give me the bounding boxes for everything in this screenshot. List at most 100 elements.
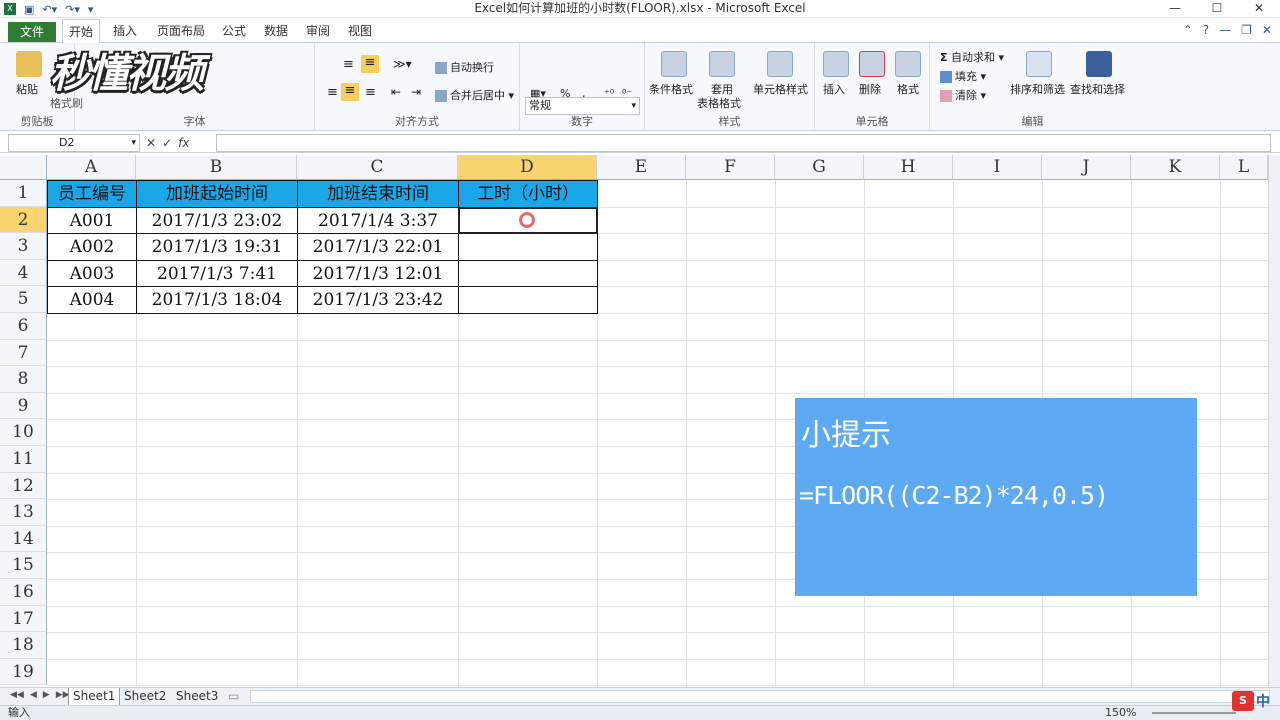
tab-formulas[interactable]: 公式 — [216, 19, 252, 43]
table-cell[interactable] — [458, 233, 598, 261]
maximize-icon[interactable]: ☐ — [1196, 0, 1238, 16]
align-middle-icon[interactable]: ≡ — [361, 55, 379, 73]
insert-cells-button[interactable]: 插入 — [823, 81, 845, 97]
column-header-c[interactable]: C — [297, 155, 458, 180]
table-cell[interactable]: A004 — [47, 286, 137, 314]
align-center-icon[interactable]: ≡ — [341, 83, 359, 101]
column-header-j[interactable]: J — [1042, 155, 1131, 180]
table-cell[interactable]: 2017/1/3 12:01 — [297, 259, 459, 288]
table-cell[interactable]: 2017/1/3 18:04 — [136, 286, 298, 314]
column-header-f[interactable]: F — [686, 155, 775, 180]
table-cell[interactable]: 2017/1/4 3:37 — [297, 206, 459, 235]
formula-input[interactable] — [216, 134, 1271, 152]
tab-data[interactable]: 数据 — [258, 19, 294, 43]
table-header-cell[interactable]: 员工编号 — [47, 180, 137, 208]
paste-icon[interactable] — [16, 51, 42, 77]
table-cell[interactable]: A002 — [47, 233, 137, 261]
fill-button[interactable]: 填充 ▾ — [940, 68, 986, 84]
row-header-6[interactable]: 6 — [0, 313, 47, 340]
cell-styles-icon[interactable] — [767, 51, 793, 77]
table-cell[interactable]: 2017/1/3 19:31 — [136, 233, 298, 261]
column-header-a[interactable]: A — [47, 155, 136, 180]
column-header-h[interactable]: H — [864, 155, 953, 180]
row-header-15[interactable]: 15 — [0, 552, 47, 579]
close-icon[interactable]: ✕ — [1238, 0, 1280, 16]
format-as-table-button-line2[interactable]: 表格格式 — [697, 95, 741, 111]
row-header-18[interactable]: 18 — [0, 632, 47, 659]
tab-home[interactable]: 开始 — [62, 19, 100, 44]
row-header-19[interactable]: 19 — [0, 658, 47, 686]
row-header-13[interactable]: 13 — [0, 499, 47, 526]
zoom-slider[interactable] — [1152, 712, 1236, 714]
sheet-tab-1[interactable]: Sheet1 — [68, 688, 121, 705]
window-restore-small-icon[interactable]: ❐ — [1241, 23, 1252, 37]
column-header-k[interactable]: K — [1131, 155, 1220, 180]
sheet-tab-2[interactable]: Sheet2 — [120, 688, 170, 705]
wrap-text-button[interactable]: 自动换行 — [435, 59, 494, 75]
row-header-10[interactable]: 10 — [0, 419, 47, 446]
format-cells-button[interactable]: 格式 — [897, 81, 919, 97]
table-cell[interactable]: A001 — [47, 206, 137, 235]
sort-filter-button[interactable]: 排序和筛选 — [1010, 81, 1065, 97]
horizontal-scrollbar[interactable] — [250, 690, 1270, 703]
sort-filter-icon[interactable] — [1026, 51, 1052, 77]
window-close-small-icon[interactable]: ✕ — [1262, 23, 1272, 37]
prev-sheet-icon[interactable]: ◀ — [30, 690, 37, 700]
row-header-7[interactable]: 7 — [0, 339, 47, 367]
row-header-12[interactable]: 12 — [0, 472, 47, 500]
table-cell[interactable]: 2017/1/3 7:41 — [136, 259, 298, 288]
row-header-1[interactable]: 1 — [0, 180, 47, 207]
insert-function-icon[interactable]: fx — [178, 136, 189, 150]
align-right-icon[interactable]: ≡ — [365, 85, 376, 100]
align-top-icon[interactable]: ≡ — [343, 57, 354, 72]
column-header-l[interactable]: L — [1220, 155, 1268, 180]
table-header-cell[interactable]: 加班结束时间 — [297, 180, 459, 208]
row-header-14[interactable]: 14 — [0, 525, 47, 553]
column-header-b[interactable]: B — [136, 155, 297, 180]
table-cell[interactable] — [458, 286, 598, 314]
binoculars-icon[interactable] — [1086, 51, 1112, 77]
tab-insert[interactable]: 插入 — [106, 19, 144, 43]
delete-cells-button[interactable]: 删除 — [859, 81, 881, 97]
align-left-icon[interactable]: ≡ — [327, 85, 338, 100]
column-header-g[interactable]: G — [775, 155, 864, 180]
sheet-tab-3[interactable]: Sheet3 — [172, 688, 222, 705]
minimize-icon[interactable]: — — [1154, 0, 1196, 16]
window-minimize-small-icon[interactable]: — — [1219, 23, 1231, 37]
row-header-8[interactable]: 8 — [0, 366, 47, 393]
table-cell[interactable] — [458, 259, 598, 288]
number-format-dropdown[interactable]: 常规 ▾ — [525, 97, 640, 115]
conditional-format-button[interactable]: 条件格式 — [649, 81, 693, 97]
insert-cells-icon[interactable] — [823, 51, 849, 77]
row-header-9[interactable]: 9 — [0, 392, 47, 420]
row-header-3[interactable]: 3 — [0, 233, 47, 260]
table-cell[interactable]: 2017/1/3 23:42 — [297, 286, 459, 314]
column-header-d[interactable]: D — [458, 155, 597, 180]
name-box-chevron-icon[interactable]: ▾ — [131, 135, 136, 151]
zoom-level[interactable]: 150% — [1105, 706, 1136, 720]
enter-icon[interactable]: ✓ — [162, 136, 172, 150]
select-all-corner[interactable] — [0, 155, 47, 180]
table-cell[interactable]: A003 — [47, 259, 137, 288]
table-header-cell[interactable]: 工时（小时） — [458, 180, 598, 208]
column-header-e[interactable]: E — [597, 155, 686, 180]
delete-cells-icon[interactable] — [859, 51, 885, 77]
column-header-i[interactable]: I — [953, 155, 1042, 180]
format-cells-icon[interactable] — [895, 51, 921, 77]
vertical-scrollbar[interactable] — [1268, 155, 1280, 687]
next-sheet-icon[interactable]: ▶ — [43, 690, 50, 700]
row-header-4[interactable]: 4 — [0, 259, 47, 287]
row-header-5[interactable]: 5 — [0, 286, 47, 313]
row-header-17[interactable]: 17 — [0, 605, 47, 633]
tab-page-layout[interactable]: 页面布局 — [150, 19, 212, 43]
increase-indent-icon[interactable]: ⇥ — [411, 85, 421, 99]
row-header-16[interactable]: 16 — [0, 579, 47, 606]
cell-styles-button[interactable]: 单元格样式 — [753, 81, 808, 97]
row-header-11[interactable]: 11 — [0, 446, 47, 473]
clear-button[interactable]: 清除 ▾ — [940, 87, 986, 103]
paste-button[interactable]: 粘贴 — [16, 81, 38, 97]
help-icon[interactable]: ? — [1203, 23, 1209, 37]
tab-review[interactable]: 审阅 — [300, 19, 336, 43]
table-cell[interactable]: 2017/1/3 23:02 — [136, 206, 298, 235]
format-as-table-icon[interactable] — [709, 51, 735, 77]
